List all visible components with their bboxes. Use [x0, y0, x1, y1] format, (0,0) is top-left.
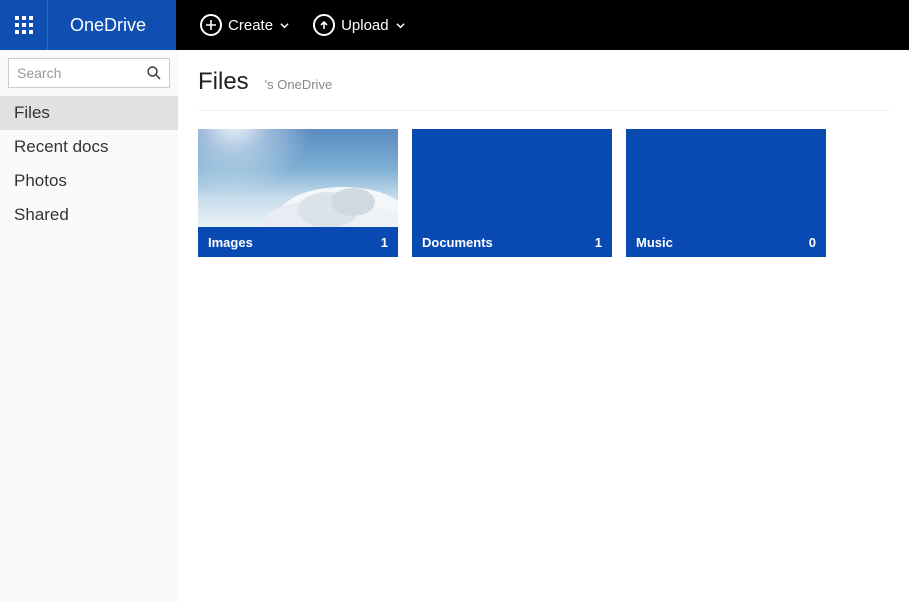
sidebar: Files Recent docs Photos Shared [0, 50, 178, 602]
main-content: Files 's OneDrive Images [178, 50, 909, 602]
topbar-blue-section: OneDrive [0, 0, 176, 50]
create-label: Create [228, 17, 273, 34]
heading-row: Files 's OneDrive [198, 68, 889, 111]
upload-icon [313, 14, 335, 36]
page-title: Files [198, 68, 249, 96]
sidebar-item-recent-docs[interactable]: Recent docs [0, 130, 178, 164]
upload-button[interactable]: Upload [313, 14, 405, 36]
sidebar-item-photos[interactable]: Photos [0, 164, 178, 198]
folder-count: 0 [809, 235, 816, 250]
upload-label: Upload [341, 17, 389, 34]
breadcrumb[interactable]: 's OneDrive [265, 77, 333, 92]
app-launcher-button[interactable] [0, 0, 48, 50]
sidebar-item-shared[interactable]: Shared [0, 198, 178, 232]
plus-icon [200, 14, 222, 36]
create-button[interactable]: Create [200, 14, 289, 36]
folder-tile-music[interactable]: Music 0 [626, 129, 826, 257]
folder-tiles: Images 1 Documents 1 Music 0 [198, 129, 889, 257]
topbar: OneDrive Create Upload [0, 0, 909, 50]
brand-label[interactable]: OneDrive [48, 0, 176, 50]
folder-name: Images [208, 235, 253, 250]
folder-tile-images[interactable]: Images 1 [198, 129, 398, 257]
folder-count: 1 [381, 235, 388, 250]
chevron-down-icon [280, 21, 289, 30]
folder-name: Music [636, 235, 673, 250]
sidebar-item-files[interactable]: Files [0, 96, 178, 130]
breadcrumb-suffix: 's OneDrive [265, 77, 333, 92]
folder-bar: Music 0 [626, 227, 826, 257]
folder-name: Documents [422, 235, 493, 250]
folder-count: 1 [595, 235, 602, 250]
folder-bar: Images 1 [198, 227, 398, 257]
search-container [8, 58, 170, 88]
folder-thumbnail [412, 129, 612, 227]
toolbar-actions: Create Upload [176, 0, 405, 50]
search-icon[interactable] [146, 65, 162, 81]
grid-icon [15, 16, 33, 34]
folder-bar: Documents 1 [412, 227, 612, 257]
folder-tile-documents[interactable]: Documents 1 [412, 129, 612, 257]
folder-thumbnail [198, 129, 398, 227]
folder-thumbnail [626, 129, 826, 227]
chevron-down-icon [396, 21, 405, 30]
cloud-image [198, 162, 398, 227]
